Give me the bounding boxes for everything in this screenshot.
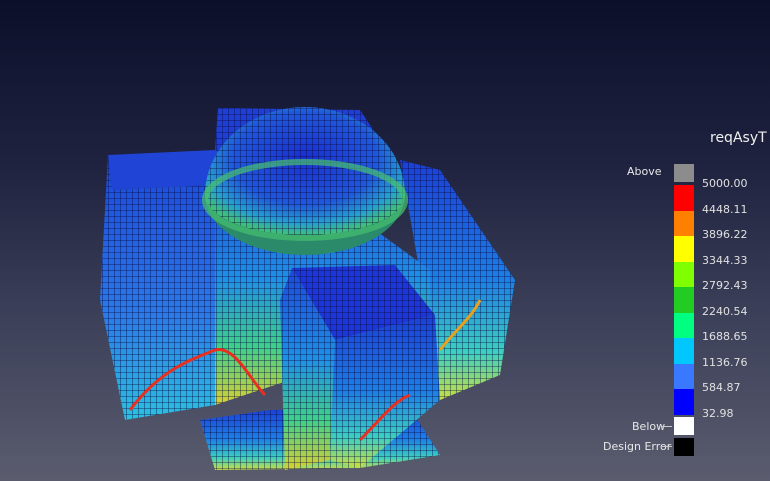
legend-band-swatch <box>674 185 694 211</box>
legend-value-label: 4448.11 <box>702 202 748 216</box>
legend-band-swatch <box>674 312 694 338</box>
legend-band-swatch <box>674 261 694 287</box>
legend-value-label: 3344.33 <box>702 253 748 267</box>
legend-value-label: 1688.65 <box>702 330 748 343</box>
legend-band-swatch <box>674 287 694 313</box>
legend-above-swatch <box>674 164 694 182</box>
legend-value-label: 32.98 <box>702 406 734 420</box>
legend-above-label: Above <box>627 165 662 178</box>
legend-value-label: 584.87 <box>702 381 741 394</box>
legend-value-label: 5000.00 <box>702 177 748 190</box>
legend-band-swatch <box>674 363 694 389</box>
color-legend: reqAsyT Above Below Design Error 5000.00… <box>560 120 770 480</box>
legend-error-swatch <box>674 438 694 456</box>
legend-value-label: 2792.43 <box>702 279 748 292</box>
legend-band-swatch <box>674 236 694 262</box>
legend-title: reqAsyT <box>710 130 767 146</box>
legend-value-label: 3896.22 <box>702 228 748 241</box>
legend-value-label: 1136.76 <box>702 355 748 369</box>
legend-error-tick <box>662 446 672 447</box>
legend-below-label: Below <box>632 420 666 433</box>
legend-band-swatch <box>674 210 694 236</box>
legend-band-swatch <box>674 338 694 364</box>
legend-value-label: 2240.54 <box>702 304 748 318</box>
legend-below-tick <box>662 426 672 427</box>
legend-below-swatch <box>674 417 694 435</box>
legend-band-swatch <box>674 389 694 415</box>
